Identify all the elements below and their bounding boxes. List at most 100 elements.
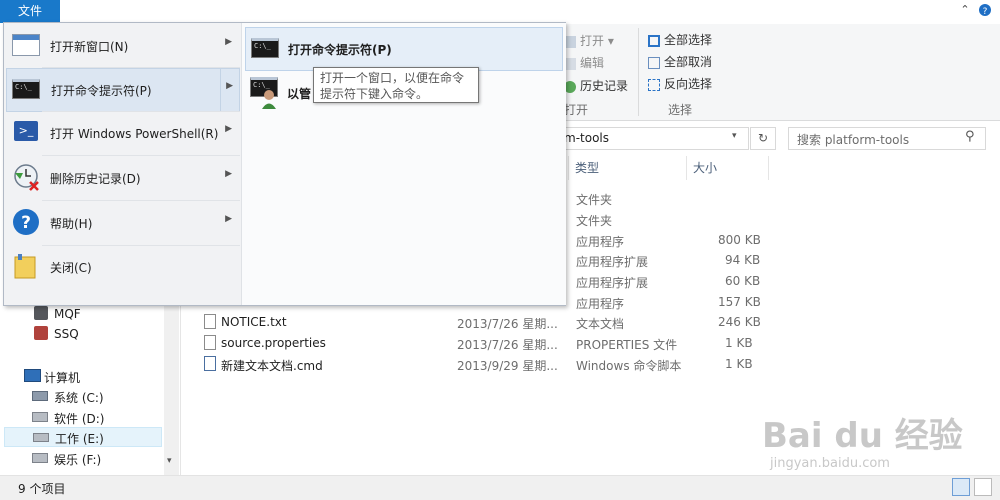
address-bar[interactable]: m-tools ▾ — [560, 127, 749, 150]
chevron-right-icon: ▶ — [225, 169, 232, 179]
file-icon — [204, 335, 216, 350]
row-type: 文件夹 — [576, 214, 613, 228]
table-row[interactable]: NOTICE.txt 2013/7/26 星期... 文本文档 246 KB — [198, 312, 768, 332]
scroll-down-icon[interactable]: ▾ — [167, 456, 172, 466]
nav-scrollbar[interactable]: ▾ — [164, 300, 179, 475]
svg-text:?: ? — [21, 213, 31, 233]
refresh-button[interactable]: ↻ — [750, 127, 776, 150]
computer-icon — [24, 369, 41, 382]
row-type: 应用程序扩展 — [576, 255, 649, 269]
chevron-right-icon[interactable]: ▶ — [226, 81, 233, 91]
search-icon[interactable]: ⚲ — [965, 129, 975, 144]
menu-item-powershell[interactable]: >_ 打开 Windows PowerShell(R) ▶ — [6, 112, 238, 154]
row-size: 800 KB — [718, 233, 761, 247]
file-date: 2013/9/29 星期... — [457, 359, 558, 373]
item-count: 9 个项目 — [18, 482, 66, 496]
watermark-url: jingyan.baidu.com — [770, 456, 890, 471]
ribbon-group-open: 打开 — [564, 103, 589, 117]
file-name: 新建文本文档.cmd — [221, 359, 323, 373]
file-size: 1 KB — [725, 336, 753, 350]
powershell-icon: >_ — [14, 121, 38, 141]
tooltip: 打开一个窗口，以便在命令 提示符下键入命令。 — [313, 67, 479, 103]
invert-selection-button[interactable]: 反向选择 — [648, 75, 712, 92]
file-menu-commands: 打开新窗口(N) ▶ C:\_ 打开命令提示符(P) ▶ >_ 打开 Windo… — [4, 23, 240, 305]
details-view-icon[interactable] — [952, 478, 970, 496]
row-size: 60 KB — [725, 274, 761, 288]
file-name: NOTICE.txt — [221, 315, 287, 329]
nav-item-drive-e[interactable]: 工作 (E:) — [4, 427, 162, 447]
select-all-icon — [648, 34, 660, 47]
status-bar: 9 个项目 — [0, 475, 1000, 500]
ribbon-open-button[interactable]: 打开 ▾ — [564, 32, 614, 49]
menu-separator — [42, 200, 240, 201]
ribbon-edit-button[interactable]: 编辑 — [564, 54, 604, 71]
text-file-icon — [204, 314, 216, 329]
menu-item-new-window[interactable]: 打开新窗口(N) ▶ — [6, 25, 238, 67]
table-row[interactable]: source.properties 2013/7/26 星期... PROPER… — [198, 333, 768, 353]
help-icon[interactable]: ? — [978, 3, 992, 17]
search-placeholder: 搜索 platform-tools — [797, 133, 910, 147]
svg-text:?: ? — [983, 7, 988, 17]
table-row[interactable]: 新建文本文档.cmd 2013/9/29 星期... Windows 命令脚本 … — [198, 354, 768, 374]
file-submenu: C:\_ 打开命令提示符(P) C:\_ 以管 — [241, 23, 566, 305]
column-divider[interactable] — [768, 156, 769, 180]
chevron-down-icon[interactable]: ▾ — [732, 131, 737, 141]
file-tab[interactable]: 文件 — [0, 0, 60, 23]
large-icons-view-icon[interactable] — [974, 478, 992, 496]
chevron-right-icon: ▶ — [225, 214, 232, 224]
file-type: Windows 命令脚本 — [576, 359, 682, 373]
row-size: 94 KB — [725, 253, 761, 267]
drive-icon — [33, 433, 49, 442]
file-type: PROPERTIES 文件 — [576, 338, 678, 352]
select-none-icon — [648, 56, 660, 69]
menu-item-delete-history[interactable]: 删除历史记录(D) ▶ — [6, 157, 238, 199]
minimize-ribbon-icon[interactable]: ⌃ — [958, 3, 972, 17]
file-menu: 打开新窗口(N) ▶ C:\_ 打开命令提示符(P) ▶ >_ 打开 Windo… — [3, 22, 566, 306]
column-header-size[interactable]: 大小 — [693, 156, 717, 180]
column-divider[interactable] — [568, 156, 569, 180]
cmd-file-icon — [204, 356, 216, 371]
refresh-icon: ↻ — [757, 131, 769, 145]
nav-item-drive-f[interactable]: 娱乐 (F:) — [30, 448, 180, 468]
chevron-right-icon: ▶ — [225, 124, 232, 134]
drive-icon — [32, 391, 48, 401]
navigation-pane: MQF SSQ 计算机 系统 (C:) 软件 (D:) 工作 (E:) 娱乐 (… — [0, 300, 181, 475]
ribbon-divider — [638, 28, 639, 116]
submenu-item-open-cmd[interactable]: C:\_ 打开命令提示符(P) — [245, 27, 563, 71]
drive-icon — [32, 453, 48, 463]
nav-item-drive-c[interactable]: 系统 (C:) — [30, 386, 180, 406]
select-all-button[interactable]: 全部选择 — [648, 31, 712, 48]
user-avatar-icon — [34, 326, 48, 340]
split-divider — [220, 69, 221, 111]
file-type: 文本文档 — [576, 317, 625, 331]
ribbon-group-select: 选择 — [668, 103, 693, 117]
help-icon: ? — [12, 208, 40, 236]
ribbon-history-button[interactable]: 历史记录 — [564, 77, 628, 94]
column-divider[interactable] — [686, 156, 687, 180]
cmd-icon: C:\_ — [251, 38, 279, 58]
explorer-window: ⌃ ? 打开 ▾ 编辑 历史记录 打开 全部选择 全部取消 反向选择 选择 m-… — [0, 0, 1000, 500]
cmd-icon: C:\_ — [12, 79, 40, 99]
row-type: 文件夹 — [576, 193, 613, 207]
invert-selection-icon — [648, 78, 660, 91]
drive-icon — [32, 412, 48, 422]
column-header-type[interactable]: 类型 — [575, 156, 599, 180]
watermark-logo: Bai du 经验 — [762, 416, 963, 456]
menu-item-close[interactable]: 关闭(C) — [6, 246, 238, 288]
row-size: 157 KB — [718, 295, 761, 309]
file-size: 246 KB — [718, 315, 761, 329]
user-avatar-icon — [34, 306, 48, 320]
menu-item-open-cmd[interactable]: C:\_ 打开命令提示符(P) ▶ — [6, 68, 240, 112]
file-date: 2013/7/26 星期... — [457, 338, 558, 352]
nav-item-computer[interactable]: 计算机 — [20, 366, 180, 386]
row-type: 应用程序 — [576, 297, 625, 311]
title-bar: ⌃ ? — [0, 0, 1000, 24]
menu-item-help[interactable]: ? 帮助(H) ▶ — [6, 202, 238, 244]
close-folder-icon — [14, 253, 36, 279]
admin-user-icon — [261, 89, 277, 109]
file-name: source.properties — [221, 336, 326, 350]
row-type: 应用程序 — [576, 235, 625, 249]
nav-item-drive-d[interactable]: 软件 (D:) — [30, 407, 180, 427]
search-input[interactable]: 搜索 platform-tools ⚲ — [788, 127, 986, 150]
select-none-button[interactable]: 全部取消 — [648, 53, 712, 70]
